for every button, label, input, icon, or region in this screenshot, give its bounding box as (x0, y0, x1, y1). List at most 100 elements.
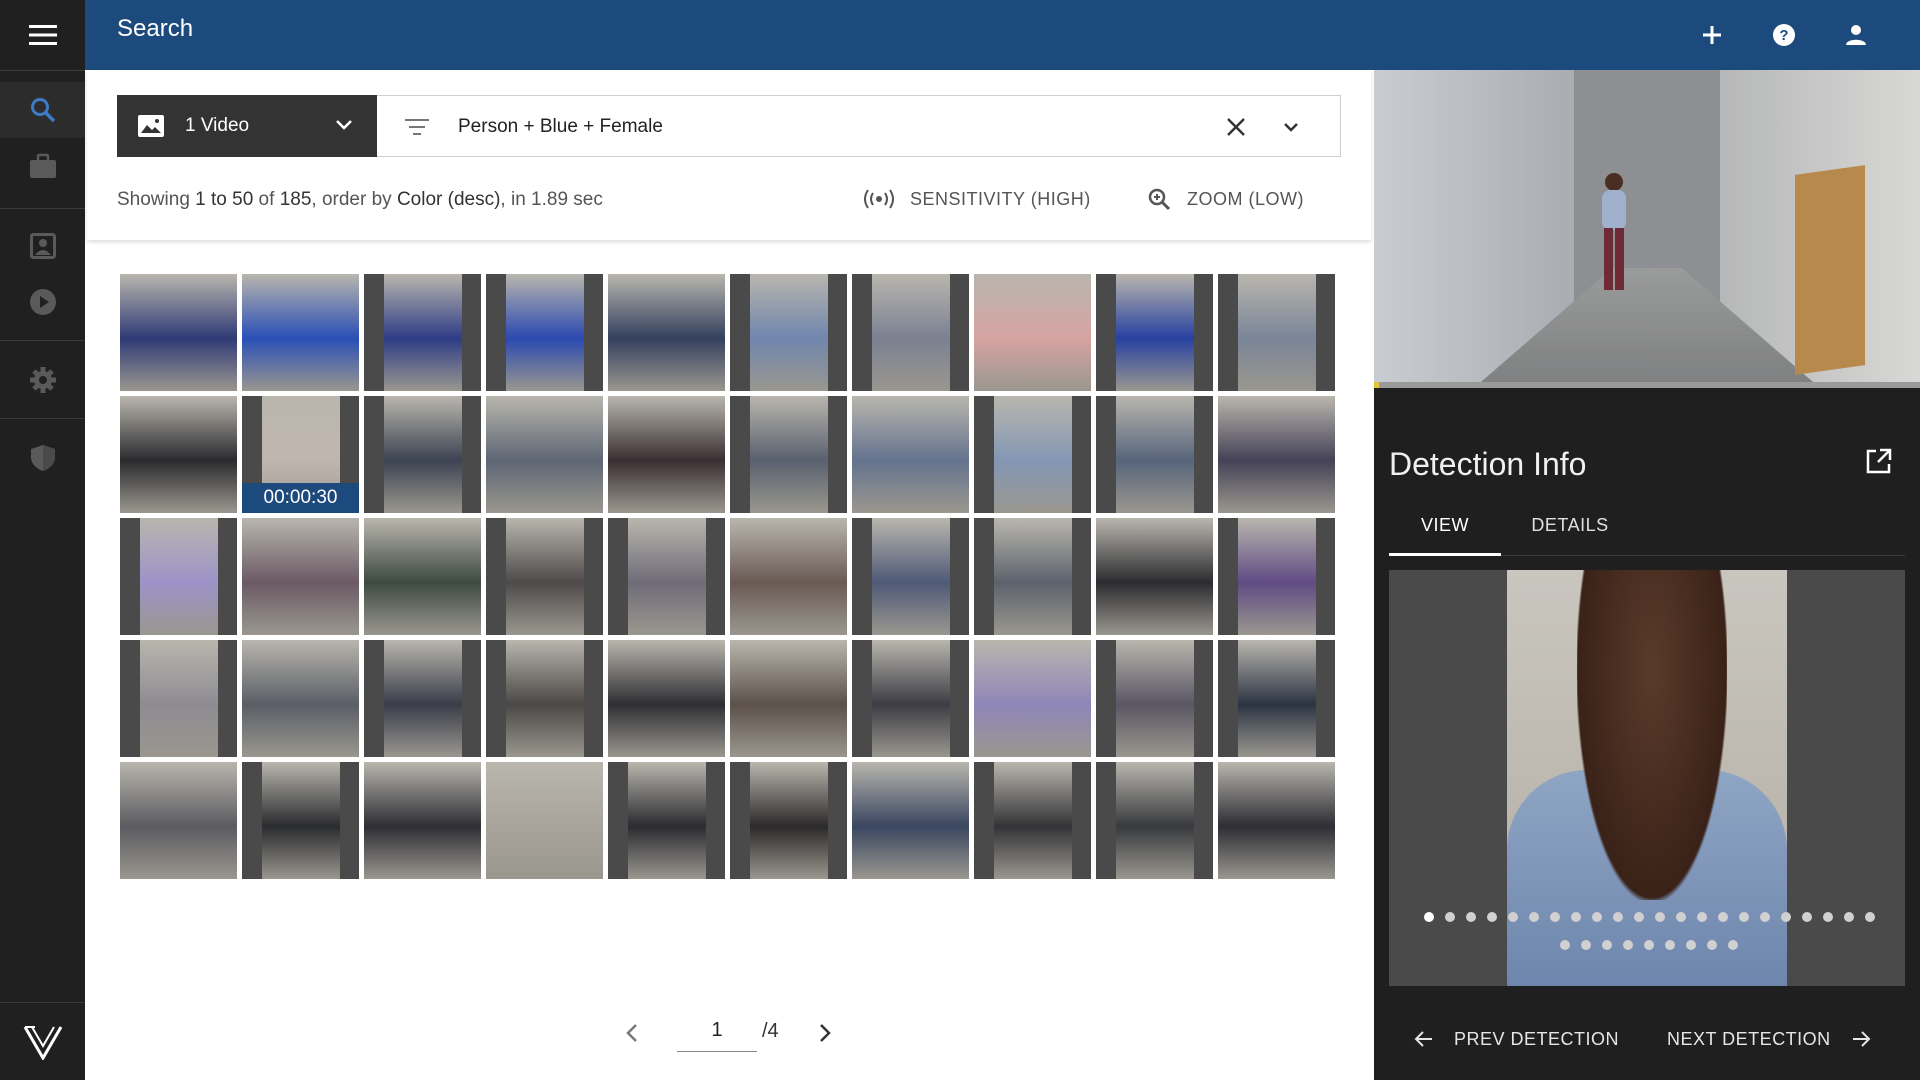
result-thumbnail[interactable] (1096, 640, 1213, 757)
result-thumbnail[interactable] (486, 640, 603, 757)
result-thumbnail[interactable] (1218, 762, 1335, 879)
help-button[interactable]: ? (1762, 13, 1806, 57)
query-field[interactable]: Person + Blue + Female (377, 95, 1341, 157)
result-thumbnail[interactable] (852, 762, 969, 879)
pager-dot[interactable] (1780, 912, 1791, 922)
pager-dot[interactable] (1623, 940, 1633, 950)
pager-dot[interactable] (1822, 912, 1833, 922)
pager-dot[interactable] (1801, 912, 1812, 922)
nav-cases[interactable] (0, 138, 85, 194)
result-thumbnail[interactable] (608, 518, 725, 635)
result-thumbnail[interactable] (120, 396, 237, 513)
pager-dot[interactable] (1591, 912, 1602, 922)
result-thumbnail[interactable] (608, 396, 725, 513)
prev-detection-button[interactable]: PREV DETECTION (1414, 1024, 1619, 1054)
menu-button[interactable] (0, 0, 85, 70)
pager-dot[interactable] (1686, 940, 1696, 950)
result-thumbnail[interactable] (486, 518, 603, 635)
result-thumbnail[interactable] (730, 274, 847, 391)
result-thumbnail[interactable] (974, 518, 1091, 635)
result-thumbnail[interactable] (852, 396, 969, 513)
clear-query-button[interactable] (1222, 113, 1250, 141)
pager-dot[interactable] (1717, 912, 1728, 922)
result-thumbnail[interactable] (120, 640, 237, 757)
pager-dot[interactable] (1602, 940, 1612, 950)
result-thumbnail[interactable] (730, 762, 847, 879)
result-thumbnail[interactable] (486, 396, 603, 513)
nav-watchlist[interactable] (0, 218, 85, 274)
result-thumbnail[interactable] (1218, 396, 1335, 513)
result-thumbnail[interactable] (730, 640, 847, 757)
result-thumbnail[interactable] (242, 518, 359, 635)
result-thumbnail[interactable] (1096, 518, 1213, 635)
next-page-button[interactable] (810, 1018, 840, 1048)
result-thumbnail[interactable] (1096, 762, 1213, 879)
pager-dot[interactable] (1675, 912, 1686, 922)
pager-dot[interactable] (1759, 912, 1770, 922)
pager-dot[interactable] (1665, 940, 1675, 950)
result-thumbnail[interactable] (120, 518, 237, 635)
pager-dot[interactable] (1654, 912, 1665, 922)
result-thumbnail[interactable] (486, 762, 603, 879)
result-thumbnail[interactable] (852, 518, 969, 635)
pager-dot[interactable] (1570, 912, 1581, 922)
nav-search[interactable] (0, 82, 85, 138)
pager-dot[interactable] (1528, 912, 1539, 922)
prev-page-button[interactable] (617, 1018, 647, 1048)
video-preview[interactable] (1374, 70, 1920, 388)
result-thumbnail[interactable] (242, 762, 359, 879)
result-thumbnail[interactable] (608, 274, 725, 391)
open-external-button[interactable] (1862, 444, 1896, 478)
result-thumbnail[interactable] (1096, 274, 1213, 391)
nav-settings[interactable] (0, 352, 85, 408)
result-thumbnail[interactable] (730, 518, 847, 635)
result-thumbnail[interactable] (1218, 274, 1335, 391)
next-detection-button[interactable]: NEXT DETECTION (1667, 1024, 1871, 1054)
nav-playback[interactable] (0, 274, 85, 330)
result-thumbnail[interactable] (974, 396, 1091, 513)
result-thumbnail[interactable] (608, 762, 725, 879)
result-thumbnail[interactable] (364, 396, 481, 513)
pager-dot[interactable] (1738, 912, 1749, 922)
result-thumbnail[interactable] (852, 640, 969, 757)
pager-dot[interactable] (1612, 912, 1623, 922)
expand-query-button[interactable] (1277, 113, 1305, 141)
result-thumbnail[interactable] (1218, 640, 1335, 757)
result-thumbnail[interactable] (242, 640, 359, 757)
pager-dot[interactable] (1560, 940, 1570, 950)
result-thumbnail[interactable] (1218, 518, 1335, 635)
zoom-control[interactable]: ZOOM (LOW) (1147, 183, 1347, 215)
result-thumbnail[interactable] (486, 274, 603, 391)
pager-dot[interactable] (1486, 912, 1497, 922)
account-button[interactable] (1834, 13, 1878, 57)
result-thumbnail[interactable]: 00:00:30 (242, 396, 359, 513)
result-thumbnail[interactable] (730, 396, 847, 513)
tab-details[interactable]: DETAILS (1514, 508, 1626, 556)
video-selector[interactable]: 1 Video (117, 95, 377, 157)
pager-dot[interactable] (1465, 912, 1476, 922)
pager-dot[interactable] (1633, 912, 1644, 922)
page-number-input[interactable]: 1 (677, 1014, 757, 1052)
pager-dot[interactable] (1423, 912, 1434, 922)
add-button[interactable] (1690, 13, 1734, 57)
result-thumbnail[interactable] (364, 640, 481, 757)
tab-view[interactable]: VIEW (1389, 508, 1501, 556)
pager-dot[interactable] (1507, 912, 1518, 922)
result-thumbnail[interactable] (364, 518, 481, 635)
pager-dot[interactable] (1549, 912, 1560, 922)
result-thumbnail[interactable] (364, 762, 481, 879)
result-thumbnail[interactable] (974, 274, 1091, 391)
pager-dot[interactable] (1444, 912, 1455, 922)
sensitivity-control[interactable]: SENSITIVITY (HIGH) (864, 183, 1164, 215)
result-thumbnail[interactable] (364, 274, 481, 391)
result-thumbnail[interactable] (120, 274, 237, 391)
pager-dot[interactable] (1843, 912, 1854, 922)
result-thumbnail[interactable] (120, 762, 237, 879)
pager-dot[interactable] (1644, 940, 1654, 950)
pager-dot[interactable] (1707, 940, 1717, 950)
result-thumbnail[interactable] (974, 640, 1091, 757)
result-thumbnail[interactable] (608, 640, 725, 757)
pager-dot[interactable] (1696, 912, 1707, 922)
result-thumbnail[interactable] (1096, 396, 1213, 513)
result-thumbnail[interactable] (852, 274, 969, 391)
